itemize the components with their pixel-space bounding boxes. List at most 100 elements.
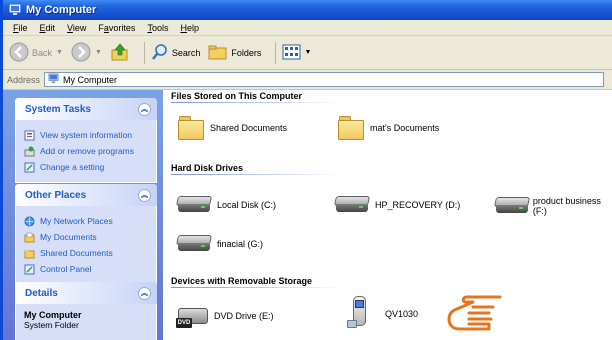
group-header-hard-disk-drives: Hard Disk Drives (171, 163, 244, 173)
drive-local-disk-c[interactable]: Local Disk (C:) (175, 196, 276, 214)
search-button[interactable]: Search (151, 43, 201, 63)
item-label: Shared Documents (210, 123, 288, 133)
address-input[interactable]: My Computer (44, 72, 605, 87)
my-computer-icon (9, 4, 21, 16)
place-shared-documents[interactable]: Shared Documents (24, 246, 148, 260)
menu-edit[interactable]: Edit (40, 23, 56, 33)
chevron-down-icon[interactable]: ▼ (304, 49, 311, 56)
other-places-title: Other Places (25, 189, 87, 201)
search-label: Search (171, 47, 201, 58)
my-computer-icon (48, 73, 59, 86)
camera-phone-icon (345, 294, 371, 334)
details-item-type: System Folder (24, 320, 79, 330)
collapse-icon[interactable]: ︽ (138, 286, 151, 300)
back-button[interactable]: Back ▼ (9, 42, 63, 64)
pointing-hand-icon (445, 291, 505, 337)
dvd-drive-icon: DVD (176, 302, 208, 330)
place-my-documents[interactable]: My Documents (24, 230, 148, 244)
content-pane: Files Stored on This Computer Shared Doc… (163, 90, 612, 340)
place-label: Shared Documents (40, 248, 113, 258)
views-button[interactable]: ▼ (282, 43, 311, 63)
folders-label: Folders (231, 47, 262, 58)
folders-button[interactable]: Folders (208, 43, 261, 63)
system-tasks-body: View system information Add or remove pr… (15, 120, 157, 183)
chevron-down-icon[interactable]: ▼ (95, 49, 102, 56)
search-icon (151, 43, 169, 63)
window-title: My Computer (26, 4, 97, 16)
back-label: Back (32, 47, 53, 58)
place-label: Control Panel (40, 264, 92, 274)
system-tasks-panel: System Tasks ︽ View system information A… (15, 98, 157, 183)
toolbar-separator (143, 41, 145, 64)
address-value: My Computer (63, 74, 118, 85)
task-label: View system information (40, 130, 132, 140)
menu-file[interactable]: File (13, 23, 28, 33)
item-label: product business (F:) (532, 196, 601, 216)
back-arrow-icon (9, 42, 29, 64)
address-bar: Address My Computer (3, 70, 612, 90)
toolbar-separator (275, 41, 277, 64)
system-tasks-header[interactable]: System Tasks ︽ (15, 98, 157, 120)
drive-hp-recovery-d[interactable]: HP_RECOVERY (D:) (333, 196, 461, 214)
task-view-system-information[interactable]: View system information (24, 128, 148, 142)
item-label: finacial (G:) (217, 239, 264, 249)
collapse-icon[interactable]: ︽ (138, 102, 151, 116)
menu-help[interactable]: Help (180, 23, 199, 33)
item-label: HP_RECOVERY (D:) (375, 200, 461, 210)
details-header[interactable]: Details ︽ (15, 282, 157, 304)
device-qv1030[interactable]: QV1030 (345, 294, 418, 334)
group-header-files: Files Stored on This Computer (171, 91, 303, 101)
task-label: Add or remove programs (40, 146, 135, 156)
hard-drive-icon (175, 196, 213, 214)
chevron-down-icon[interactable]: ▼ (56, 49, 63, 56)
folder-mats-documents[interactable]: mat's Documents (338, 116, 439, 140)
menu-favorites[interactable]: Favorites (98, 23, 135, 33)
folder-icon (338, 116, 364, 140)
drive-finacial-g[interactable]: finacial (G:) (175, 235, 264, 253)
other-places-body: My Network Places My Documents Shared Do… (15, 206, 157, 285)
place-my-network-places[interactable]: My Network Places (24, 214, 148, 228)
place-label: My Network Places (40, 216, 113, 226)
hard-drive-icon (333, 196, 371, 214)
other-places-header[interactable]: Other Places ︽ (15, 184, 157, 206)
folder-shared-documents[interactable]: Shared Documents (178, 116, 287, 140)
system-info-icon (24, 130, 35, 141)
drive-product-business-f[interactable]: product business (F:) (493, 196, 612, 216)
address-label: Address (7, 74, 41, 85)
forward-button[interactable]: ▼ (71, 42, 102, 64)
details-item-name: My Computer (24, 310, 82, 320)
place-label: My Documents (40, 232, 97, 242)
item-label: mat's Documents (370, 123, 440, 133)
group-divider (171, 287, 341, 288)
task-change-a-setting[interactable]: Change a setting (24, 160, 148, 174)
details-panel: Details ︽ My Computer System Folder (15, 282, 157, 340)
drive-dvd-e[interactable]: DVD DVD Drive (E:) (176, 302, 274, 330)
views-icon (282, 43, 302, 63)
system-tasks-title: System Tasks (25, 103, 91, 115)
title-bar[interactable]: My Computer (3, 0, 612, 20)
my-documents-icon (24, 232, 35, 243)
group-divider (171, 174, 341, 175)
toolbar: Back ▼ ▼ Search Folders ▼ (3, 36, 612, 70)
group-header-removable-storage: Devices with Removable Storage (171, 276, 313, 286)
control-panel-icon (24, 162, 35, 173)
shared-folder-icon (24, 248, 35, 259)
details-title: Details (25, 287, 58, 299)
forward-arrow-icon (71, 42, 91, 64)
up-folder-icon (110, 42, 130, 64)
up-folder-button[interactable] (110, 42, 130, 64)
details-body: My Computer System Folder (15, 304, 157, 340)
menu-tools[interactable]: Tools (147, 23, 168, 33)
collapse-icon[interactable]: ︽ (138, 188, 151, 202)
add-remove-programs-icon (24, 146, 35, 157)
hard-drive-icon (493, 197, 531, 215)
folders-icon (208, 43, 228, 63)
control-panel-icon (24, 264, 35, 275)
network-places-icon (24, 216, 35, 227)
task-pane: System Tasks ︽ View system information A… (3, 90, 163, 340)
menu-view[interactable]: View (67, 23, 86, 33)
place-control-panel[interactable]: Control Panel (24, 262, 148, 276)
hard-drive-icon (175, 235, 213, 253)
task-add-remove-programs[interactable]: Add or remove programs (24, 144, 148, 158)
explorer-window: My Computer File Edit View Favorites Too… (0, 0, 612, 340)
